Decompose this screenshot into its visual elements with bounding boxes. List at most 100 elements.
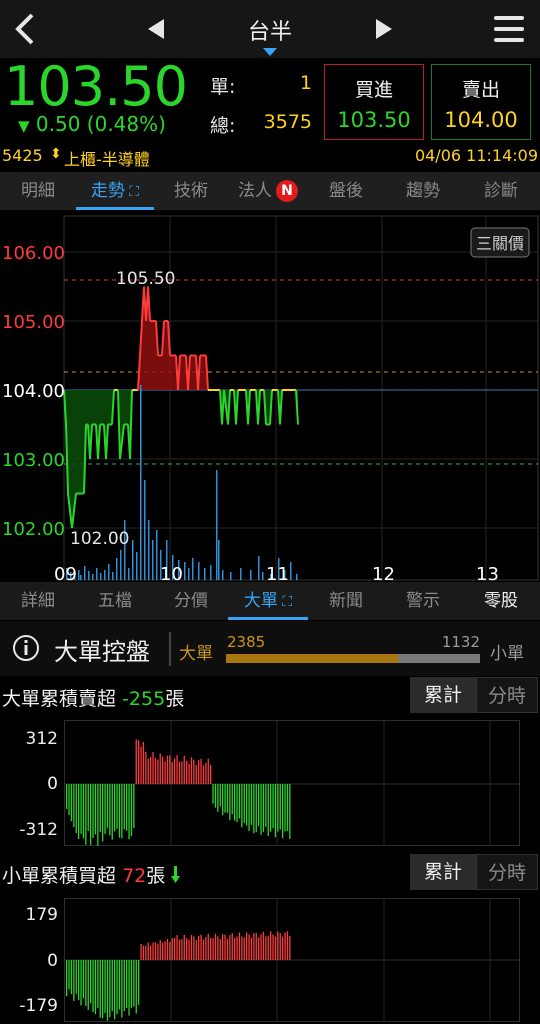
total-volume: 3575 <box>263 111 312 133</box>
panel-bar <box>128 784 130 840</box>
top-tab-1[interactable]: 走勢 ⛶ <box>76 172 154 210</box>
panel-bar <box>73 784 75 827</box>
panel-bar <box>97 784 99 846</box>
panel2-title: 小單累積買超 <box>2 865 117 887</box>
panel2-cumulative-button[interactable]: 累計 <box>410 854 476 890</box>
panel-bar <box>243 937 245 960</box>
expand-icon[interactable]: ⛶ <box>125 184 139 200</box>
bottom-tab-3[interactable]: 大單 ⛶ <box>228 582 308 620</box>
panel-bar <box>214 784 217 808</box>
top-tab-2[interactable]: 技術 <box>154 172 228 210</box>
panel1-time-button[interactable]: 分時 <box>476 677 538 713</box>
next-stock-icon[interactable] <box>374 18 394 40</box>
panel-bar <box>116 960 118 1015</box>
panel-bar <box>274 784 277 838</box>
bottom-tab-0[interactable]: 詳細 <box>0 582 76 620</box>
panel-bar <box>75 960 77 994</box>
panel-bar <box>171 938 173 960</box>
panel2-unit: 張 <box>146 865 166 887</box>
volume-bar <box>240 568 242 580</box>
volume-bar <box>144 480 146 580</box>
panel-bar <box>286 784 289 832</box>
back-icon[interactable] <box>12 12 38 46</box>
panel-bar <box>85 960 87 1006</box>
price-area-segment <box>150 321 156 390</box>
panel-bar <box>121 784 123 839</box>
top-tab-5[interactable]: 趨勢 <box>384 172 462 210</box>
panel-bar <box>166 938 169 960</box>
prev-stock-icon[interactable] <box>146 18 166 40</box>
panel-bar <box>186 760 188 784</box>
panel-bar <box>169 755 171 784</box>
panel-bar <box>166 755 169 784</box>
market-sector: 上櫃-半導體 <box>64 150 150 169</box>
bigorder-ratio-fill <box>226 654 399 663</box>
stock-title[interactable]: 台半 <box>200 14 340 46</box>
panel1-title: 大單累積賣超 <box>2 688 117 710</box>
three-key-price-button[interactable]: 三關價 <box>470 227 530 258</box>
bigorder-ratio-bar <box>226 654 480 663</box>
chart-y-label: 102.00 <box>2 519 65 540</box>
volume-bar <box>258 556 260 580</box>
new-badge: N <box>276 180 298 202</box>
volume-bar <box>116 558 118 580</box>
top-tab-6[interactable]: 診斷 <box>462 172 540 210</box>
panel-bar <box>162 756 164 784</box>
panel-bar <box>258 784 260 826</box>
bottom-tab-label: 新聞 <box>329 591 363 611</box>
top-tab-indicator <box>76 207 154 210</box>
bottom-tab-6[interactable]: 零股 <box>462 582 540 620</box>
volume-bar <box>80 575 82 580</box>
bottom-tab-5[interactable]: 警示 <box>384 582 462 620</box>
bottom-tab-label: 分價 <box>174 591 208 611</box>
bottom-tab-1[interactable]: 五檔 <box>76 582 154 620</box>
panel-bar <box>152 942 154 960</box>
panel-bar <box>78 960 80 1000</box>
panel1-y-mid: 0 <box>47 774 58 794</box>
dropdown-caret-icon[interactable] <box>263 48 277 56</box>
panel-bar <box>190 934 193 960</box>
panel-bar <box>80 960 82 1006</box>
panel-bar <box>159 753 161 784</box>
expand-icon[interactable]: ⛶ <box>278 594 292 610</box>
panel1-cumulative-button[interactable]: 累計 <box>410 677 476 713</box>
volume-bar <box>78 570 80 580</box>
sell-label: 賣出 <box>461 79 500 101</box>
panel-bar <box>188 763 190 784</box>
panel-bar <box>66 960 68 997</box>
chart-y-label: 105.00 <box>2 312 65 333</box>
panel-bar <box>118 784 121 838</box>
panel-bar <box>171 762 173 784</box>
panel-bar <box>169 941 171 960</box>
info-icon[interactable] <box>12 634 40 662</box>
intraday-chart-svg: 106.00 105.00 104.00 103.00 102.00 09 10 11 12 13… <box>2 215 539 585</box>
top-tab-4[interactable]: 盤後 <box>308 172 384 210</box>
panel2-time-button[interactable]: 分時 <box>476 854 538 890</box>
panel-bar <box>207 933 209 960</box>
buy-button[interactable]: 買進 103.50 <box>324 64 424 140</box>
panel-bar <box>66 784 68 809</box>
volume-bar <box>140 385 142 580</box>
bottom-tab-4[interactable]: 新聞 <box>308 582 384 620</box>
panel-bar <box>226 784 229 813</box>
panel-bar <box>255 784 257 833</box>
bottom-tab-2[interactable]: 分價 <box>154 582 228 620</box>
panel-bar <box>250 937 253 960</box>
top-tab-label: 技術 <box>174 181 208 201</box>
panel-bar <box>289 936 291 960</box>
price-area-segment <box>158 355 162 390</box>
panel-bar <box>133 784 135 829</box>
panel-bar <box>150 756 152 784</box>
top-tab-0[interactable]: 明細 <box>0 172 76 210</box>
intraday-chart[interactable]: 106.00 105.00 104.00 103.00 102.00 09 10 11 12 13… <box>0 214 540 585</box>
menu-icon[interactable] <box>494 14 524 44</box>
panel-bar <box>214 933 217 960</box>
top-tab-3[interactable]: 法人 N <box>228 172 308 210</box>
panel-bar <box>265 936 267 960</box>
panel-bar <box>284 784 286 832</box>
volume-bar <box>92 574 94 580</box>
panel-bar <box>162 942 164 960</box>
sell-button[interactable]: 賣出 104.00 <box>431 64 531 140</box>
panel-bar <box>181 939 183 960</box>
top-tab-label: 診斷 <box>484 181 518 201</box>
